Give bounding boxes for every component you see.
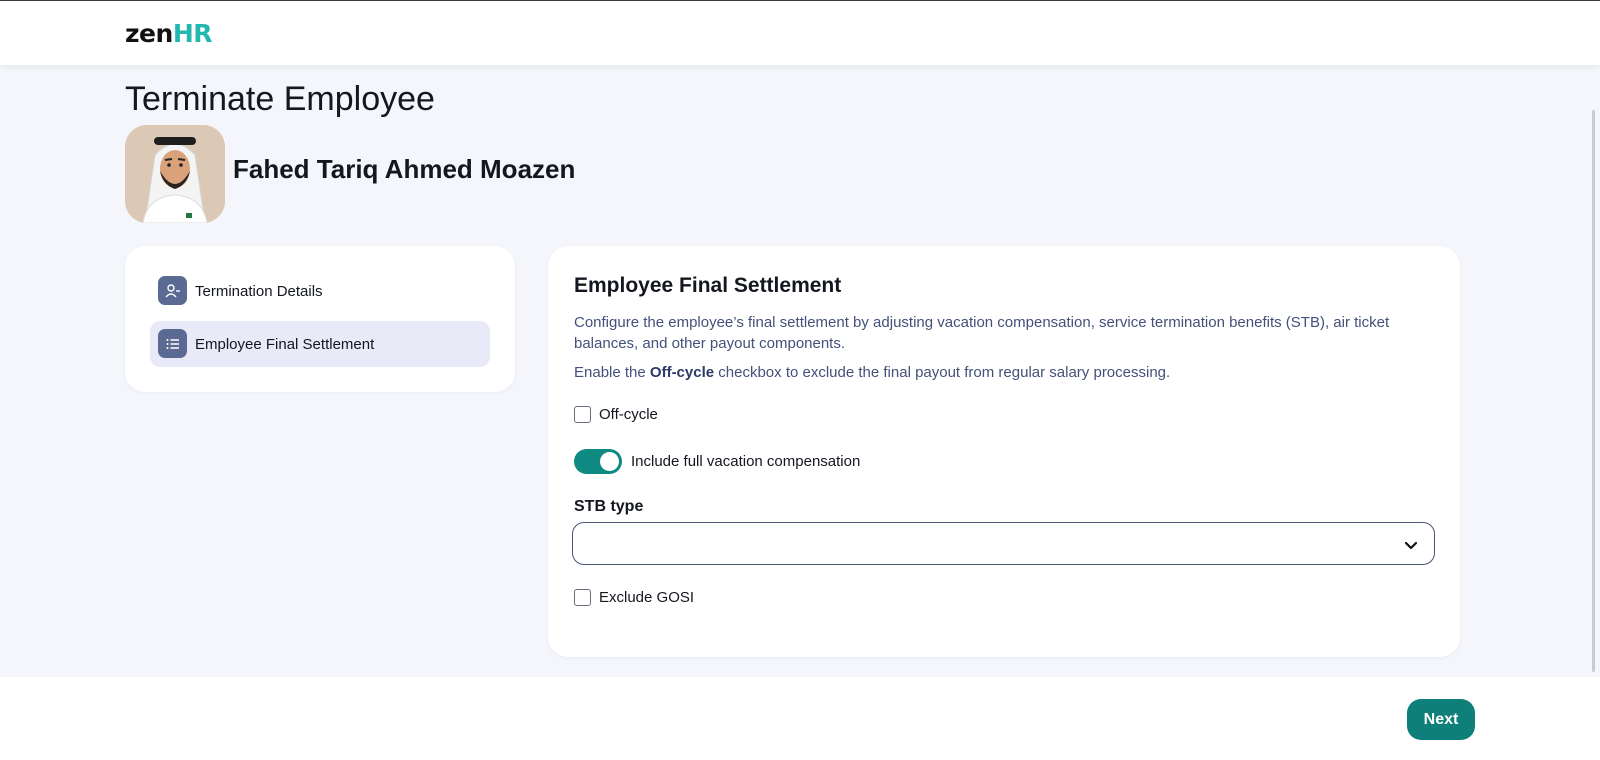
user-minus-icon [158,276,187,305]
stb-type-label: STB type [574,498,644,515]
off-cycle-hint: Enable the Off-cycle checkbox to exclude… [574,362,1434,383]
page-title: Terminate Employee [125,80,435,118]
off-cycle-checkbox-row[interactable]: Off-cycle [574,406,658,423]
steps-card: Termination Details Employee Final Settl… [125,246,515,392]
off-cycle-label: Off-cycle [599,406,658,423]
off-cycle-checkbox[interactable] [574,406,591,423]
step-label: Employee Final Settlement [195,335,375,353]
employee-avatar [125,125,225,223]
step-label: Termination Details [195,282,323,300]
vacation-compensation-toggle[interactable] [574,449,622,474]
chevron-down-icon [1404,538,1418,556]
logo-hr-text: HR [172,19,213,48]
next-button[interactable]: Next [1407,699,1475,740]
vacation-toggle-label: Include full vacation compensation [631,453,861,470]
top-bar: zenHR [0,0,1600,65]
list-icon [158,329,187,358]
hint-bold: Off-cycle [649,364,715,381]
exclude-gosi-checkbox-row[interactable]: Exclude GOSI [574,589,694,606]
page-scrollbar[interactable] [1592,110,1595,672]
step-termination-details[interactable]: Termination Details [150,268,490,314]
logo-zen-text: zen [125,19,173,48]
stb-type-select[interactable] [572,522,1435,565]
vacation-toggle-row: Include full vacation compensation [574,449,860,474]
final-settlement-card: Employee Final Settlement Configure the … [548,246,1460,657]
hint-prefix: Enable the [574,364,650,381]
zenhr-logo[interactable]: zenHR [125,19,213,48]
section-title: Employee Final Settlement [574,274,842,297]
step-employee-final-settlement[interactable]: Employee Final Settlement [150,321,490,367]
section-description: Configure the employee’s final settlemen… [574,314,1390,352]
avatar-image [125,125,225,223]
exclude-gosi-checkbox[interactable] [574,589,591,606]
employee-name: Fahed Tariq Ahmed Moazen [233,154,576,184]
hint-suffix: checkbox to exclude the final payout fro… [714,364,1171,381]
footer-bar [0,677,1600,760]
toggle-knob [600,452,619,471]
exclude-gosi-label: Exclude GOSI [599,589,695,606]
